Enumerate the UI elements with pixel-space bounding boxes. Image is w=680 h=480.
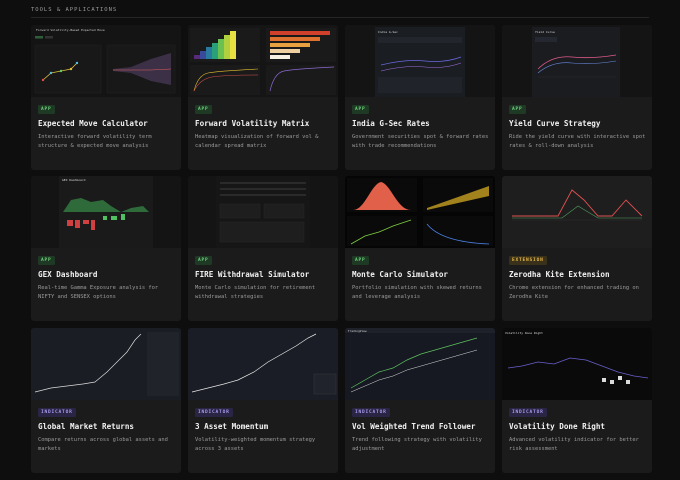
- card-thumbnail: GEX Dashboard: [31, 176, 181, 248]
- thumb-caption: GEX Dashboard: [62, 178, 86, 182]
- badge-app: APP: [38, 105, 55, 114]
- card-title: FIRE Withdrawal Simulator: [195, 270, 310, 279]
- card-thumbnail: Forward Volatility-Based Expected Move: [31, 25, 181, 97]
- card-yield-curve-strategy[interactable]: Yield Curve APP Yield Curve Strategy Rid…: [502, 25, 652, 170]
- thumb-caption: Forward Volatility-Based Expected Move: [36, 28, 105, 32]
- card-description: Volatility-weighted momentum strategy ac…: [195, 437, 316, 452]
- card-3-asset-momentum[interactable]: INDICATOR 3 Asset Momentum Volatility-we…: [188, 328, 338, 473]
- card-global-market-returns[interactable]: INDICATOR Global Market Returns Compare …: [31, 328, 181, 473]
- card-thumbnail: [345, 176, 495, 248]
- card-description: Government securities spot & forward rat…: [352, 134, 489, 149]
- card-description: Ride the yield curve with interactive sp…: [509, 134, 646, 149]
- card-monte-carlo-simulator[interactable]: APP Monte Carlo Simulator Portfolio simu…: [345, 176, 495, 321]
- card-gex-dashboard[interactable]: GEX Dashboard APP GEX Dashboard Real-tim…: [31, 176, 181, 321]
- card-thumbnail: [502, 176, 652, 248]
- card-title: Expected Move Calculator: [38, 119, 148, 128]
- card-title: Forward Volatility Matrix: [195, 119, 310, 128]
- card-zerodha-kite-extension[interactable]: EXTENSION Zerodha Kite Extension Chrome …: [502, 176, 652, 321]
- card-fire-withdrawal-simulator[interactable]: APP FIRE Withdrawal Simulator Monte Carl…: [188, 176, 338, 321]
- badge-app: APP: [195, 105, 212, 114]
- card-title: Volatility Done Right: [509, 422, 606, 431]
- thumb-caption: India G-Sec: [378, 30, 398, 34]
- thumb-caption: Yield Curve: [535, 30, 555, 34]
- card-title: Yield Curve Strategy: [509, 119, 601, 128]
- card-description: Chrome extension for enhanced trading on…: [509, 285, 639, 300]
- card-forward-volatility-matrix[interactable]: APP Forward Volatility Matrix Heatmap vi…: [188, 25, 338, 170]
- card-thumbnail: [31, 328, 181, 400]
- card-india-gsec-rates[interactable]: India G-Sec APP India G-Sec Rates Govern…: [345, 25, 495, 170]
- card-description: Monte Carlo simulation for retirement wi…: [195, 285, 316, 300]
- card-volatility-done-right[interactable]: Volatility Done Right INDICATOR Volatili…: [502, 328, 652, 473]
- badge-indicator: INDICATOR: [195, 408, 233, 417]
- card-description: Real-time Gamma Exposure analysis for NI…: [38, 285, 159, 300]
- card-thumbnail: TradingView: [345, 328, 495, 400]
- badge-app: APP: [38, 256, 55, 265]
- thumb-caption: TradingView: [348, 329, 367, 333]
- card-title: India G-Sec Rates: [352, 119, 430, 128]
- card-description: Interactive forward volatility term stru…: [38, 134, 152, 149]
- card-thumbnail: India G-Sec: [345, 25, 495, 97]
- badge-app: APP: [352, 256, 369, 265]
- card-thumbnail: [188, 176, 338, 248]
- card-description: Portfolio simulation with skewed returns…: [352, 285, 482, 300]
- badge-indicator: INDICATOR: [38, 408, 76, 417]
- card-description: Trend following strategy with volatility…: [352, 437, 482, 452]
- badge-indicator: INDICATOR: [509, 408, 547, 417]
- card-title: 3 Asset Momentum: [195, 422, 269, 431]
- card-title: Global Market Returns: [38, 422, 135, 431]
- tools-grid: Forward Volatility-Based Expected Move A…: [0, 0, 680, 480]
- card-title: Vol Weighted Trend Follower: [352, 422, 476, 431]
- badge-app: APP: [195, 256, 212, 265]
- thumb-caption: Volatility Done Right: [505, 331, 543, 335]
- card-thumbnail: Volatility Done Right: [502, 328, 652, 400]
- card-description: Heatmap visualization of forward vol & c…: [195, 134, 319, 149]
- badge-app: APP: [509, 105, 526, 114]
- card-description: Compare returns across global assets and…: [38, 437, 168, 452]
- card-vol-weighted-trend-follower[interactable]: TradingView INDICATOR Vol Weighted Trend…: [345, 328, 495, 473]
- badge-app: APP: [352, 105, 369, 114]
- badge-extension: EXTENSION: [509, 256, 547, 265]
- card-title: Zerodha Kite Extension: [509, 270, 610, 279]
- card-title: Monte Carlo Simulator: [352, 270, 449, 279]
- card-thumbnail: Yield Curve: [502, 25, 652, 97]
- card-expected-move-calculator[interactable]: Forward Volatility-Based Expected Move A…: [31, 25, 181, 170]
- card-description: Advanced volatility indicator for better…: [509, 437, 639, 452]
- card-thumbnail: [188, 25, 338, 97]
- badge-indicator: INDICATOR: [352, 408, 390, 417]
- card-title: GEX Dashboard: [38, 270, 98, 279]
- card-thumbnail: [188, 328, 338, 400]
